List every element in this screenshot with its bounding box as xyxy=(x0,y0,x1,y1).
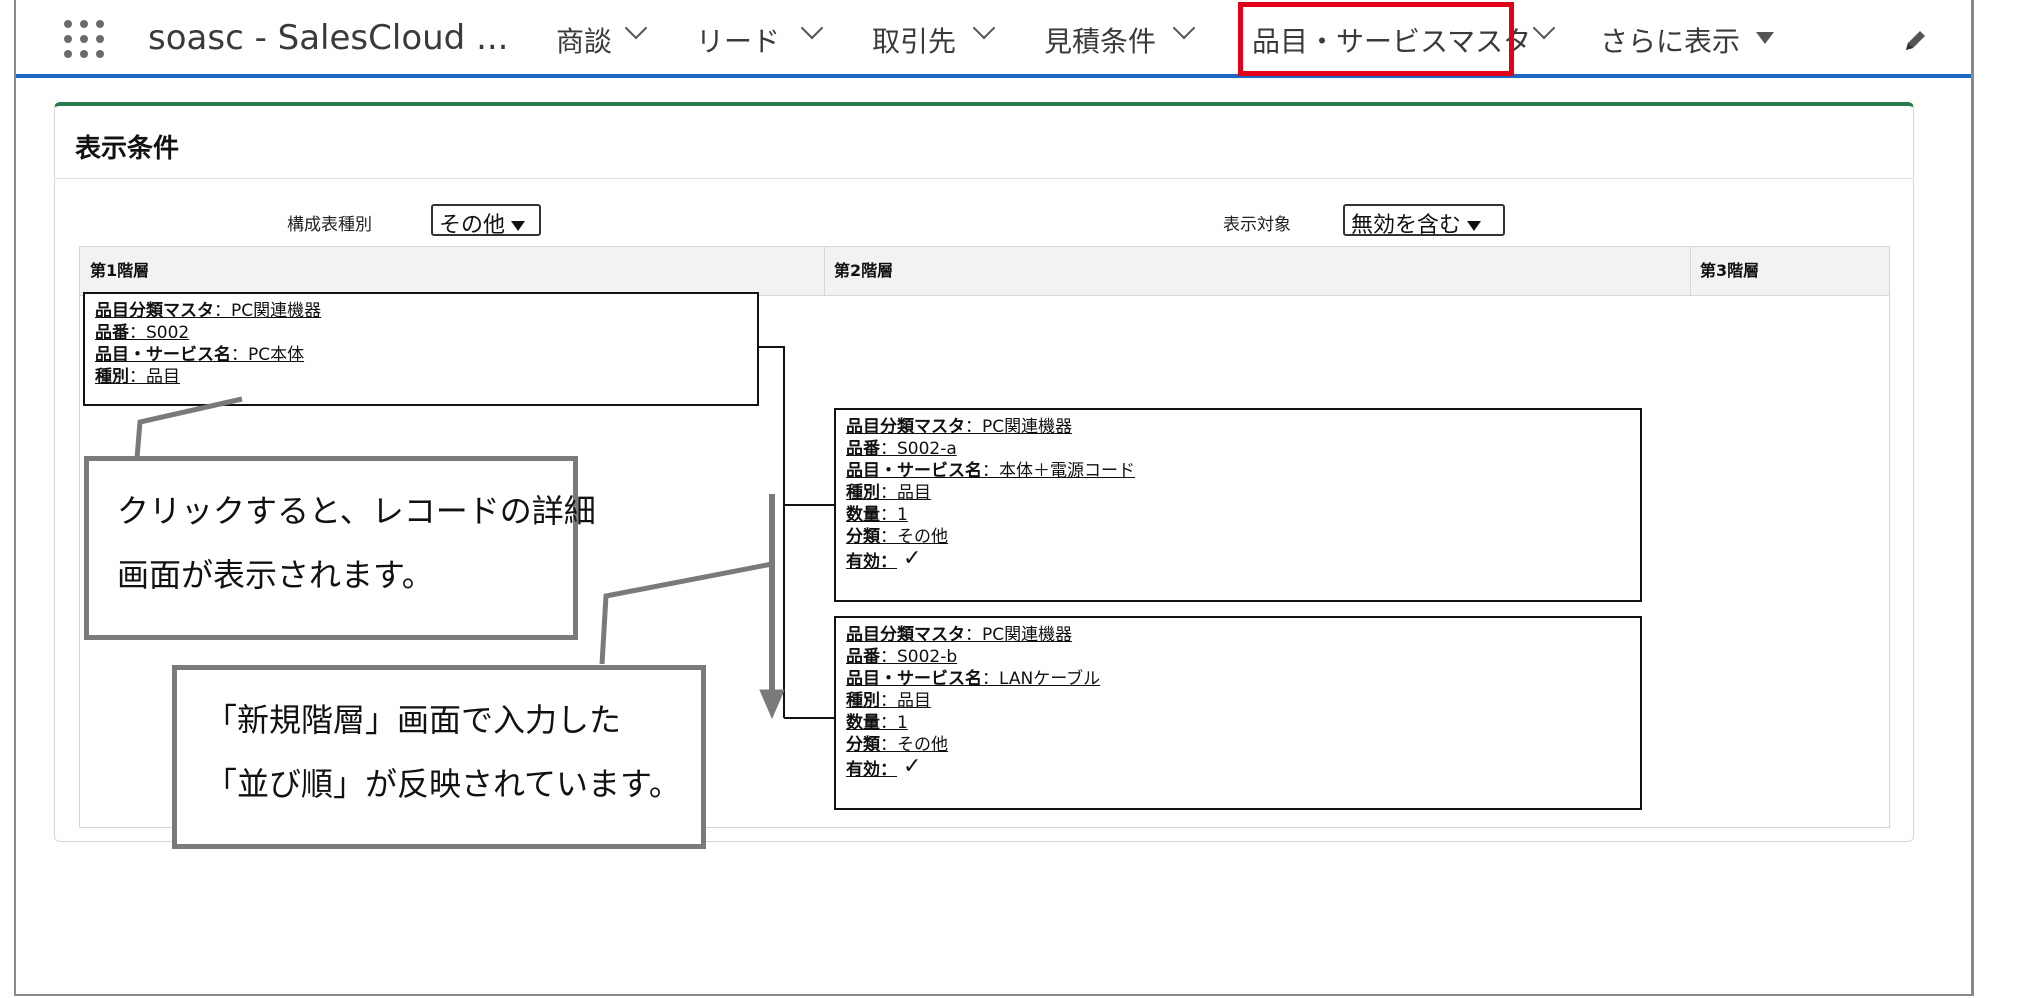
divider xyxy=(55,178,1913,179)
record-field-value: ：PC関連機器 xyxy=(965,417,1073,437)
record-field-value: ：1 xyxy=(880,505,908,525)
record-field-key: 品目分類マスタ xyxy=(846,417,965,437)
chevron-down-icon[interactable] xyxy=(972,16,996,40)
record-field-value: ：品目 xyxy=(880,691,931,711)
callout-line: 「並び順」が反映されています。 xyxy=(205,765,681,803)
chevron-down-icon[interactable] xyxy=(1172,16,1196,40)
record-field-key: 品番 xyxy=(846,439,880,459)
record-field-key: 有効： xyxy=(846,552,897,572)
record-card-level2[interactable]: 品目分類マスタ：PC関連機器 品番：S002-b 品目・サービス名：LANケーブ… xyxy=(834,616,1642,810)
record-field-key: 分類 xyxy=(846,527,880,547)
record-field-value: ：S002-b xyxy=(880,647,958,667)
nav-tab-opportunities[interactable]: 商談 xyxy=(556,20,612,60)
highlight-box xyxy=(1238,2,1514,76)
record-field-key: 品番 xyxy=(95,323,129,343)
record-field-key: 種別 xyxy=(95,367,129,387)
panel-title: 表示条件 xyxy=(75,134,180,164)
callout-sort-order: 「新規階層」画面で入力した 「並び順」が反映されています。 xyxy=(172,665,706,849)
structure-type-select[interactable]: その他 xyxy=(431,204,541,238)
record-field-value: ：品目 xyxy=(129,367,180,387)
pencil-edit-icon[interactable] xyxy=(1900,26,1930,56)
nav-tab-label: 取引先 xyxy=(872,25,957,58)
callout-line: 画面が表示されます。 xyxy=(117,556,434,594)
nav-tab-label: 商談 xyxy=(556,25,613,58)
record-field-key: 種別 xyxy=(846,691,880,711)
caret-down-icon[interactable] xyxy=(1756,32,1774,44)
record-field-key: 有効： xyxy=(846,760,897,780)
display-target-label: 表示対象 xyxy=(1223,215,1291,235)
callout-detail-screen: クリックすると、レコードの詳細 画面が表示されます。 xyxy=(84,456,596,640)
record-field-key: 品目・サービス名 xyxy=(846,669,982,689)
record-field-value: ：その他 xyxy=(880,527,948,547)
nav-tab-label: リード xyxy=(696,25,781,58)
record-field-key: 品目・サービス名 xyxy=(95,345,231,365)
record-field-key: 品目分類マスタ xyxy=(846,625,965,645)
chevron-down-icon xyxy=(1467,221,1482,231)
global-nav-bar: soasc - SalesCloud ... 商談 リード 取引先 見積条件 品… xyxy=(16,0,1971,78)
record-field-key: 数量 xyxy=(846,713,880,733)
record-field-value: ：その他 xyxy=(880,735,948,755)
record-field-value: ：LANケーブル xyxy=(982,669,1101,689)
hierarchy-table-header: 第1階層 第2階層 第3階層 xyxy=(80,247,1889,296)
record-card-level2[interactable]: 品目分類マスタ：PC関連機器 品番：S002-a 品目・サービス名：本体＋電源コ… xyxy=(834,408,1642,602)
structure-type-label: 構成表種別 xyxy=(287,215,372,235)
record-field-value: ：本体＋電源コード xyxy=(982,461,1135,481)
app-launcher-icon[interactable] xyxy=(62,20,106,60)
chevron-down-icon[interactable] xyxy=(1532,16,1556,40)
nav-tab-label: さらに表示 xyxy=(1600,25,1741,58)
app-window: soasc - SalesCloud ... 商談 リード 取引先 見積条件 品… xyxy=(14,0,1974,996)
active-check-icon: ✓ xyxy=(903,754,922,779)
record-card-level1[interactable]: 品目分類マスタ：PC関連機器 品番：S002 品目・サービス名：PC本体 種別：… xyxy=(83,292,759,406)
record-field-value: ：S002-a xyxy=(880,439,957,459)
app-name: soasc - SalesCloud ... xyxy=(148,18,509,58)
nav-tab-leads[interactable]: リード xyxy=(696,20,780,60)
column-header-level3: 第3階層 xyxy=(1700,261,1760,280)
structure-type-value: その他 xyxy=(439,213,506,238)
display-target-value: 無効を含む xyxy=(1351,213,1462,238)
column-header-level2: 第2階層 xyxy=(834,261,894,280)
nav-tab-label: 見積条件 xyxy=(1044,25,1157,58)
record-field-key: 品目・サービス名 xyxy=(846,461,982,481)
chevron-down-icon[interactable] xyxy=(624,16,648,40)
record-field-value: ：品目 xyxy=(880,483,931,503)
record-field-key: 品番 xyxy=(846,647,880,667)
record-field-key: 品目分類マスタ xyxy=(95,301,214,321)
nav-tab-quote-conditions[interactable]: 見積条件 xyxy=(1044,20,1156,60)
record-field-key: 分類 xyxy=(846,735,880,755)
chevron-down-icon xyxy=(511,221,526,231)
record-field-value: ：PC関連機器 xyxy=(965,625,1073,645)
record-field-value: ：1 xyxy=(880,713,908,733)
column-header-level1: 第1階層 xyxy=(90,261,150,280)
nav-tab-accounts[interactable]: 取引先 xyxy=(872,20,956,60)
record-field-value: ：PC本体 xyxy=(231,345,305,365)
record-field-value: ：S002 xyxy=(129,323,190,343)
callout-line: 「新規階層」画面で入力した xyxy=(205,701,622,739)
record-field-value: ：PC関連機器 xyxy=(214,301,322,321)
record-field-key: 種別 xyxy=(846,483,880,503)
callout-line: クリックすると、レコードの詳細 xyxy=(117,492,596,530)
chevron-down-icon[interactable] xyxy=(800,16,824,40)
nav-more-tab[interactable]: さらに表示 xyxy=(1600,20,1740,60)
record-field-key: 数量 xyxy=(846,505,880,525)
active-check-icon: ✓ xyxy=(903,546,922,571)
display-target-select[interactable]: 無効を含む xyxy=(1343,204,1505,238)
